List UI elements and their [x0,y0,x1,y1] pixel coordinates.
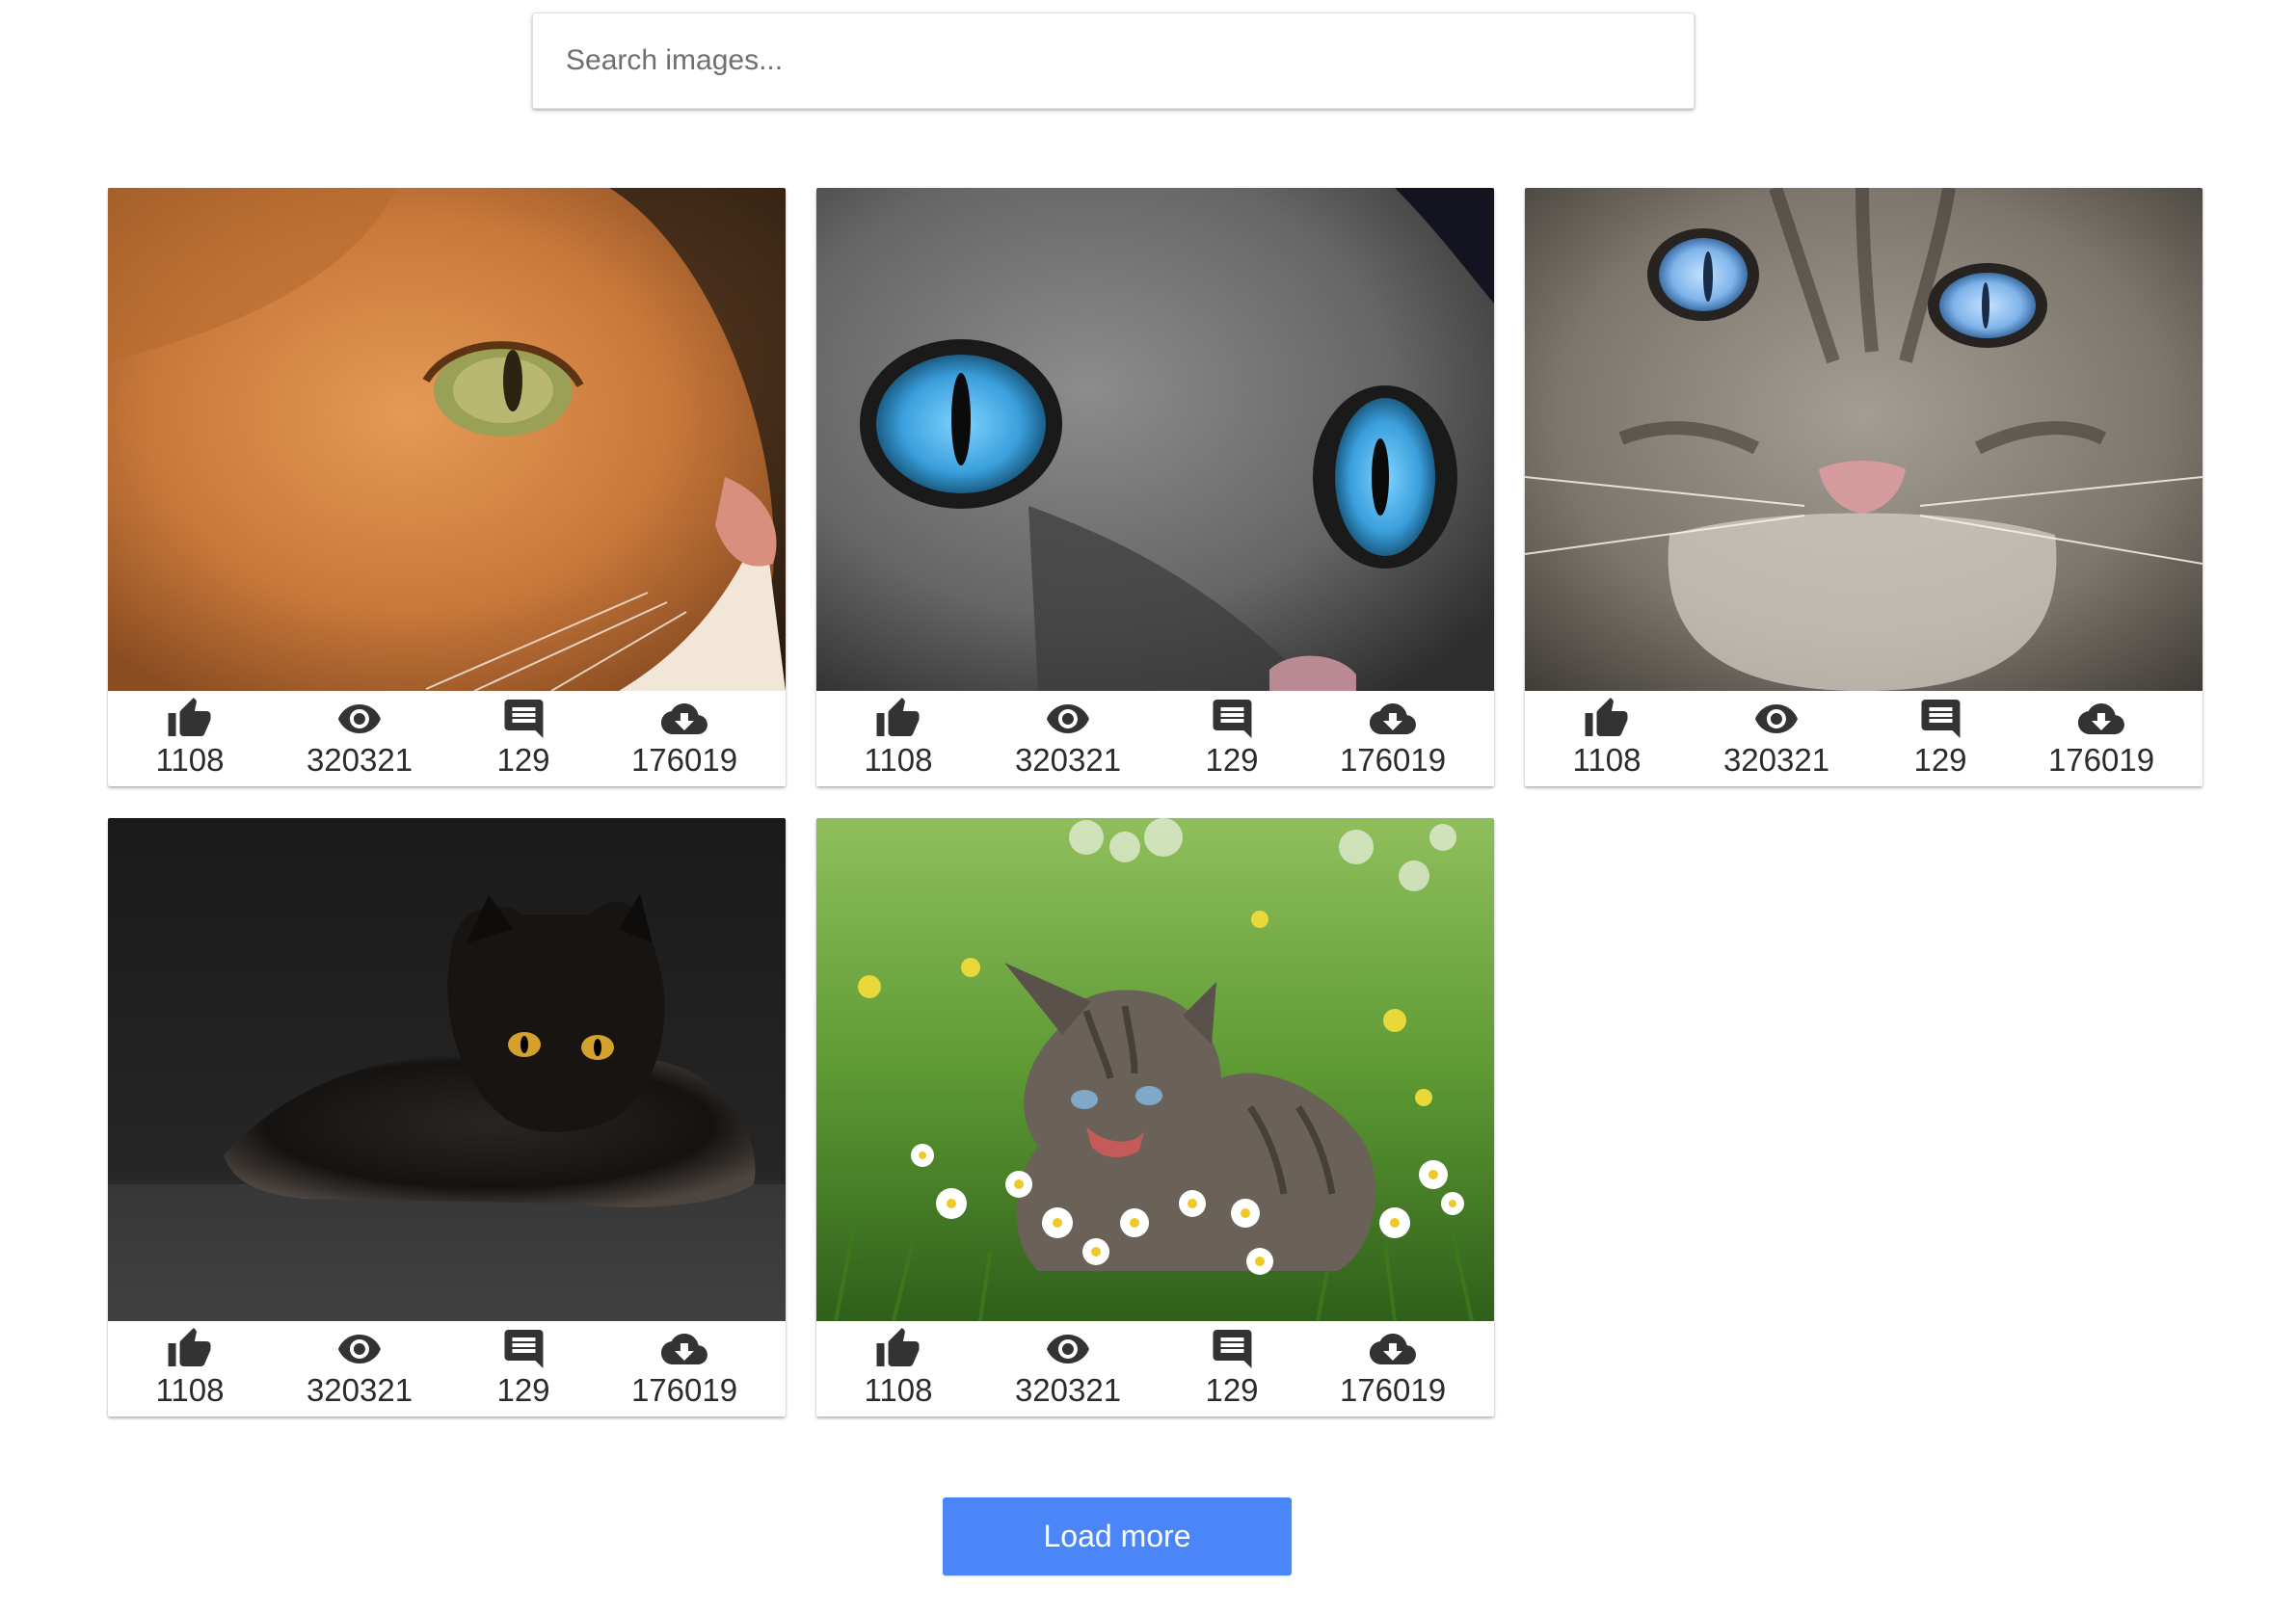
comment-icon [499,699,547,739]
comments-stat: 129 [1205,1329,1259,1410]
thumb-up-icon [166,1328,214,1369]
card-image[interactable] [1525,188,2203,691]
image-card[interactable]: 1108 320321 129 176019 [816,818,1494,1416]
card-image[interactable] [816,188,1494,691]
likes-stat: 1108 [1572,698,1642,780]
views-stat: 320321 [307,1329,413,1410]
views-count: 320321 [306,742,414,778]
likes-stat: 1108 [155,698,225,780]
downloads-count: 176019 [2047,742,2155,778]
comment-icon [1208,1329,1256,1369]
cloud-download-icon [2077,699,2125,739]
image-card[interactable]: 1108 320321 129 176019 [1525,188,2203,786]
image-card[interactable]: 1108 320321 129 176019 [108,818,786,1416]
image-card[interactable]: 1108 320321 129 176019 [108,188,786,786]
comments-stat: 129 [496,699,550,780]
eye-icon [1752,699,1801,739]
card-stats: 1108 320321 129 176019 [816,1321,1494,1416]
likes-count: 1108 [155,1372,225,1408]
comments-count: 129 [1205,1372,1259,1408]
downloads-stat: 176019 [1340,1329,1446,1410]
downloads-count: 176019 [630,742,738,778]
comment-icon [1916,699,1964,739]
views-count: 320321 [1014,742,1122,778]
card-stats: 1108 320321 129 176019 [1525,691,2203,786]
views-stat: 320321 [1015,699,1121,780]
card-image[interactable] [816,818,1494,1321]
likes-count: 1108 [1572,742,1642,778]
downloads-stat: 176019 [631,1329,737,1410]
likes-stat: 1108 [155,1328,225,1410]
search-box[interactable] [532,13,1695,109]
thumb-up-icon [1583,698,1631,739]
eye-icon [1044,699,1092,739]
views-count: 320321 [1014,1372,1122,1408]
views-count: 320321 [306,1372,414,1408]
comments-stat: 129 [1205,699,1259,780]
thumb-up-icon [166,698,214,739]
comment-icon [1208,699,1256,739]
load-more-button[interactable]: Load more [943,1497,1292,1575]
downloads-stat: 176019 [1340,699,1446,780]
card-stats: 1108 320321 129 176019 [816,691,1494,786]
downloads-count: 176019 [1339,1372,1447,1408]
thumb-up-icon [874,698,922,739]
card-stats: 1108 320321 129 176019 [108,1321,786,1416]
comments-count: 129 [1205,742,1259,778]
cloud-download-icon [1369,1329,1417,1369]
cloud-download-icon [660,1329,708,1369]
cloud-download-icon [660,699,708,739]
likes-count: 1108 [864,742,933,778]
thumb-up-icon [874,1328,922,1369]
views-stat: 320321 [307,699,413,780]
comments-stat: 129 [1913,699,1967,780]
image-grid: 1108 320321 129 176019 1108 320321 129 1… [108,188,2203,1416]
comments-count: 129 [496,742,550,778]
image-card[interactable]: 1108 320321 129 176019 [816,188,1494,786]
views-stat: 320321 [1723,699,1829,780]
likes-count: 1108 [864,1372,933,1408]
eye-icon [1044,1329,1092,1369]
downloads-count: 176019 [1339,742,1447,778]
views-count: 320321 [1722,742,1830,778]
card-image[interactable] [108,188,786,691]
eye-icon [335,699,384,739]
downloads-stat: 176019 [631,699,737,780]
likes-stat: 1108 [864,698,933,780]
comments-count: 129 [1913,742,1967,778]
card-image[interactable] [108,818,786,1321]
comments-count: 129 [496,1372,550,1408]
likes-count: 1108 [155,742,225,778]
eye-icon [335,1329,384,1369]
likes-stat: 1108 [864,1328,933,1410]
cloud-download-icon [1369,699,1417,739]
downloads-stat: 176019 [2048,699,2154,780]
comments-stat: 129 [496,1329,550,1410]
card-stats: 1108 320321 129 176019 [108,691,786,786]
comment-icon [499,1329,547,1369]
downloads-count: 176019 [630,1372,738,1408]
search-input[interactable] [533,13,1694,108]
views-stat: 320321 [1015,1329,1121,1410]
